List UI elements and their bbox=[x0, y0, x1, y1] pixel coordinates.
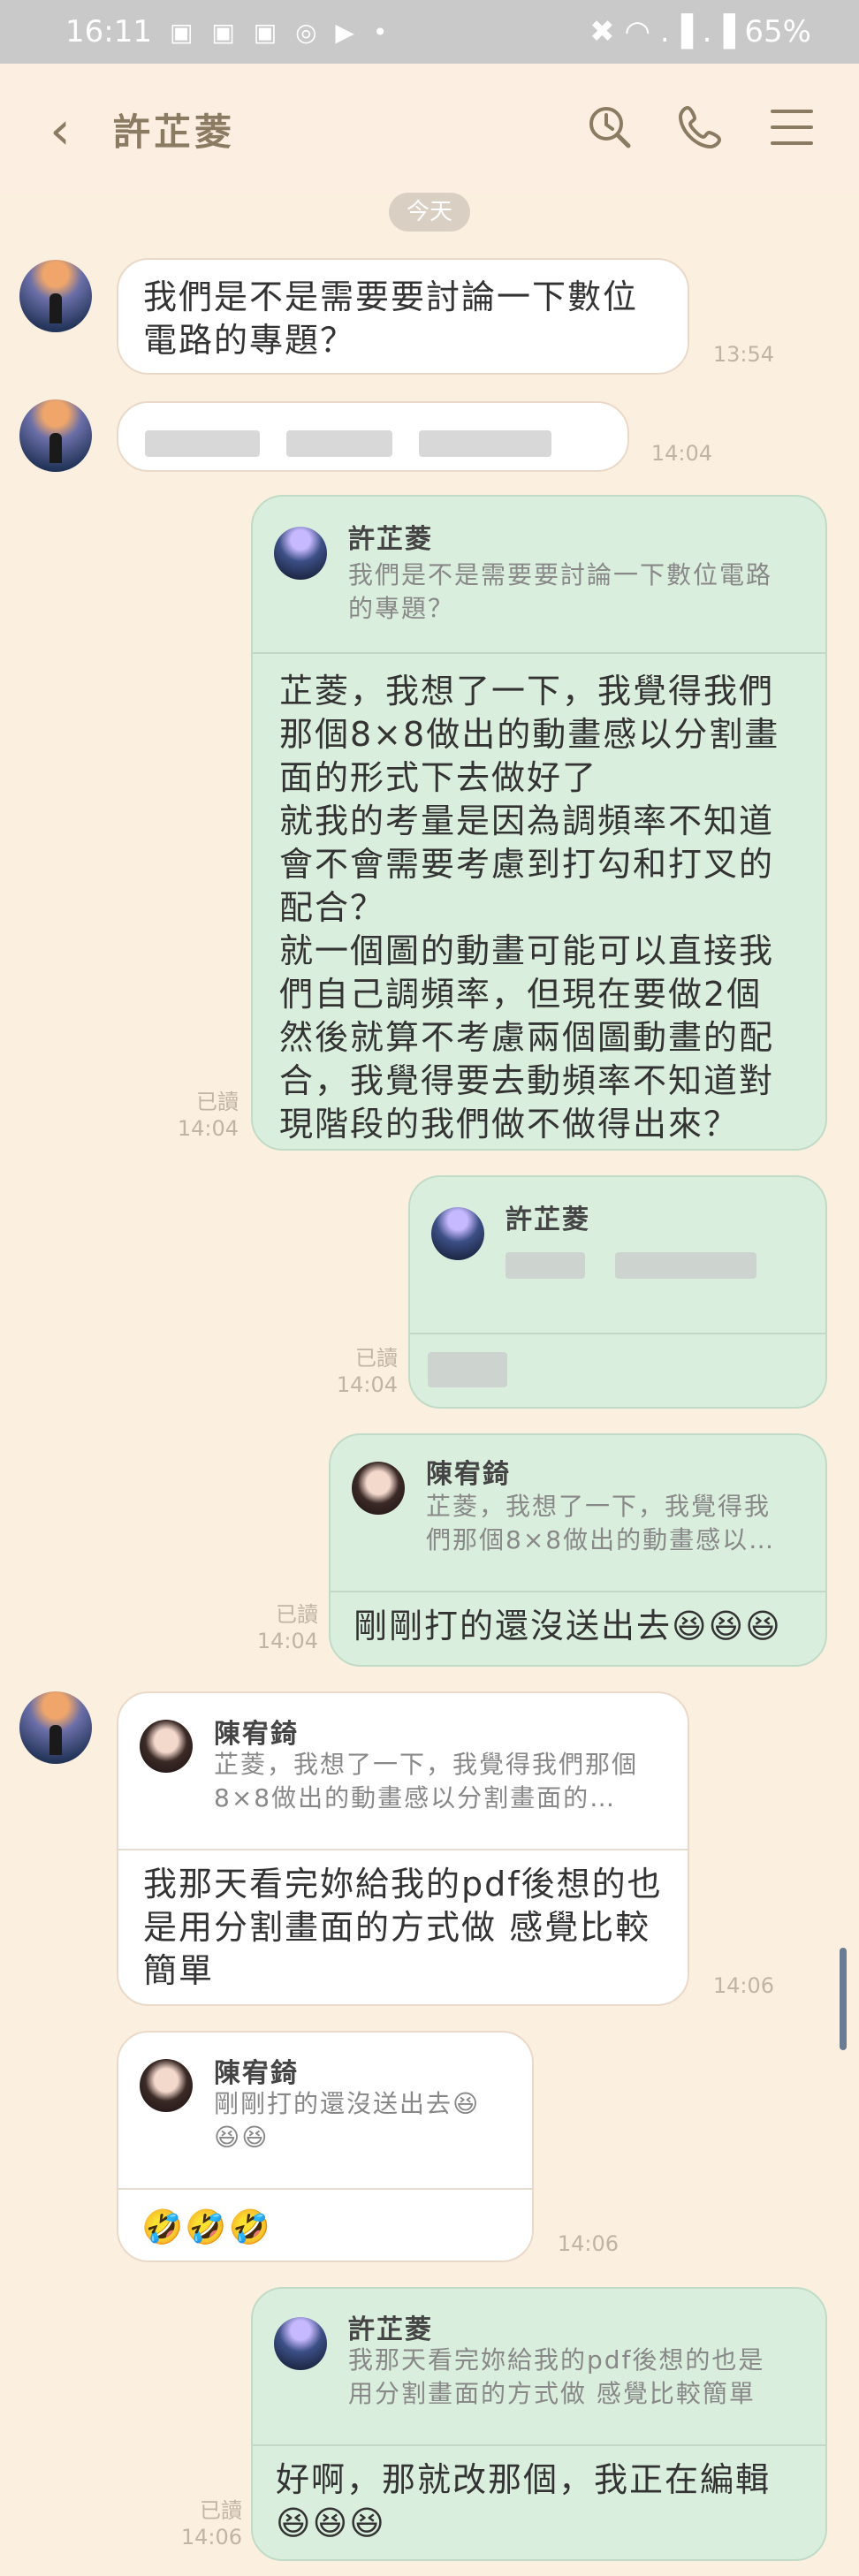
quote-name: 許芷菱 bbox=[506, 1204, 590, 1235]
notification-icons: ▣ ▣ ▣ ◎ ▶ • bbox=[170, 18, 393, 47]
back-icon[interactable]: ‹ bbox=[49, 104, 71, 157]
message-bubble-incoming[interactable]: 我們是不是需要要討論一下數位 電路的專題？ bbox=[117, 258, 689, 375]
message-text: 我那天看完妳給我的pdf後想的也 是用分割畫面的方式做 感覺比較 簡單 bbox=[143, 1865, 663, 1990]
chat-title[interactable]: 許芷菱 bbox=[113, 103, 235, 156]
contact-avatar[interactable] bbox=[19, 399, 92, 472]
redacted-text bbox=[428, 1352, 507, 1398]
message-bubble-incoming[interactable]: 陳宥錡 芷菱，我想了一下，我覺得我們那個 8×8做出的動畫感以分割畫面的… 我那… bbox=[117, 1691, 689, 2006]
quote-avatar bbox=[274, 2317, 327, 2370]
message-time: 14:06 bbox=[557, 2231, 619, 2256]
message-time: 14:06 bbox=[180, 2525, 242, 2549]
reply-quote[interactable]: 陳宥錡 芷菱，我想了一下，我覺得我們那個 8×8做出的動畫感以分割畫面的… bbox=[118, 1693, 688, 1850]
message-time: 14:04 bbox=[336, 1372, 398, 1397]
quote-name: 許芷菱 bbox=[348, 524, 433, 555]
quote-avatar bbox=[140, 1720, 193, 1773]
scrollbar[interactable] bbox=[840, 1948, 847, 2050]
message-read-status: 已讀 14:04 bbox=[141, 1089, 239, 1142]
quote-text: 剛剛打的還沒送出去😆 😆😆 bbox=[214, 2089, 481, 2152]
status-bar: 16:11 ▣ ▣ ▣ ◎ ▶ • ✖ ◠ .▐ .▐ 65% bbox=[0, 0, 859, 64]
redacted-text bbox=[145, 424, 552, 467]
message-time: 13:54 bbox=[712, 342, 774, 367]
reply-quote[interactable]: 許芷菱 我們是不是需要要討論一下數位電路 的專題？ bbox=[253, 497, 825, 654]
message-read-status: 已讀 14:04 bbox=[221, 1601, 318, 1654]
reply-quote[interactable]: 許芷菱 我那天看完妳給我的pdf後想的也是 用分割畫面的方式做 感覺比較簡單 bbox=[253, 2289, 825, 2446]
status-time: 16:11 bbox=[65, 14, 152, 49]
message-text: 芷菱，我想了一下，我覺得我們 那個8×8做出的動畫感以分割畫 面的形式下去做好了… bbox=[279, 672, 780, 1144]
menu-icon[interactable] bbox=[765, 101, 818, 154]
message-text: 🤣🤣🤣 bbox=[141, 2207, 272, 2246]
message-text: 我們是不是需要要討論一下數位 電路的專題？ bbox=[143, 277, 639, 360]
quote-text: 芷菱，我想了一下，我覺得我們那個 8×8做出的動畫感以分割畫面的… bbox=[214, 1750, 639, 1812]
signal-icons: ✖ ◠ .▐ .▐ bbox=[589, 14, 735, 49]
message-time: 14:06 bbox=[712, 1973, 774, 1998]
reply-quote[interactable]: 陳宥錡 芷菱，我想了一下，我覺得我 們那個8×8做出的動畫感以… bbox=[331, 1435, 825, 1592]
phone-icon[interactable] bbox=[673, 101, 726, 154]
redacted-quote bbox=[506, 1246, 757, 1289]
message-time: 14:04 bbox=[650, 441, 712, 466]
message-text: 剛剛打的還沒送出去😆😆😆 bbox=[353, 1607, 782, 1645]
message-read-status: 已讀 14:04 bbox=[300, 1345, 398, 1398]
quote-text: 芷菱，我想了一下，我覺得我 們那個8×8做出的動畫感以… bbox=[426, 1492, 776, 1554]
message-bubble-outgoing[interactable]: 許芷菱 bbox=[408, 1175, 827, 1409]
read-label: 已讀 bbox=[355, 1346, 398, 1371]
message-bubble-incoming[interactable]: 陳宥錡 剛剛打的還沒送出去😆 😆😆 🤣🤣🤣 bbox=[117, 2031, 534, 2262]
message-bubble-outgoing[interactable]: 許芷菱 我們是不是需要要討論一下數位電路 的專題？ 芷菱，我想了一下，我覺得我們… bbox=[251, 495, 827, 1151]
date-divider: 今天 bbox=[389, 193, 470, 232]
read-label: 已讀 bbox=[196, 1090, 239, 1114]
message-time: 14:04 bbox=[177, 1116, 239, 1141]
quote-text: 我們是不是需要要討論一下數位電路 的專題？ bbox=[348, 560, 773, 623]
read-label: 已讀 bbox=[200, 2498, 242, 2523]
message-bubble-outgoing[interactable]: 許芷菱 我那天看完妳給我的pdf後想的也是 用分割畫面的方式做 感覺比較簡單 好… bbox=[251, 2287, 827, 2561]
message-text: 好啊，那就改那個，我正在編輯 😆😆😆 bbox=[276, 2460, 772, 2542]
reply-quote[interactable]: 許芷菱 bbox=[410, 1177, 825, 1334]
quote-avatar bbox=[140, 2059, 193, 2112]
read-label: 已讀 bbox=[276, 1602, 318, 1627]
chat-header: ‹ 許芷菱 bbox=[0, 64, 859, 194]
contact-avatar[interactable] bbox=[19, 260, 92, 332]
quote-text: 我那天看完妳給我的pdf後想的也是 用分割畫面的方式做 感覺比較簡單 bbox=[348, 2345, 765, 2408]
message-time: 14:04 bbox=[256, 1629, 318, 1653]
reply-quote[interactable]: 陳宥錡 剛剛打的還沒送出去😆 😆😆 bbox=[118, 2033, 532, 2190]
quote-avatar bbox=[274, 527, 327, 580]
message-read-status: 已讀 14:06 bbox=[145, 2497, 242, 2550]
quote-avatar bbox=[431, 1207, 484, 1260]
status-right: ✖ ◠ .▐ .▐ 65% bbox=[589, 14, 811, 49]
contact-avatar[interactable] bbox=[19, 1691, 92, 1764]
search-icon[interactable] bbox=[583, 101, 636, 154]
message-bubble-outgoing[interactable]: 陳宥錡 芷菱，我想了一下，我覺得我 們那個8×8做出的動畫感以… 剛剛打的還沒送… bbox=[329, 1433, 827, 1667]
quote-avatar bbox=[352, 1462, 405, 1515]
message-bubble-incoming[interactable] bbox=[117, 401, 629, 472]
battery-level: 65% bbox=[744, 14, 811, 49]
